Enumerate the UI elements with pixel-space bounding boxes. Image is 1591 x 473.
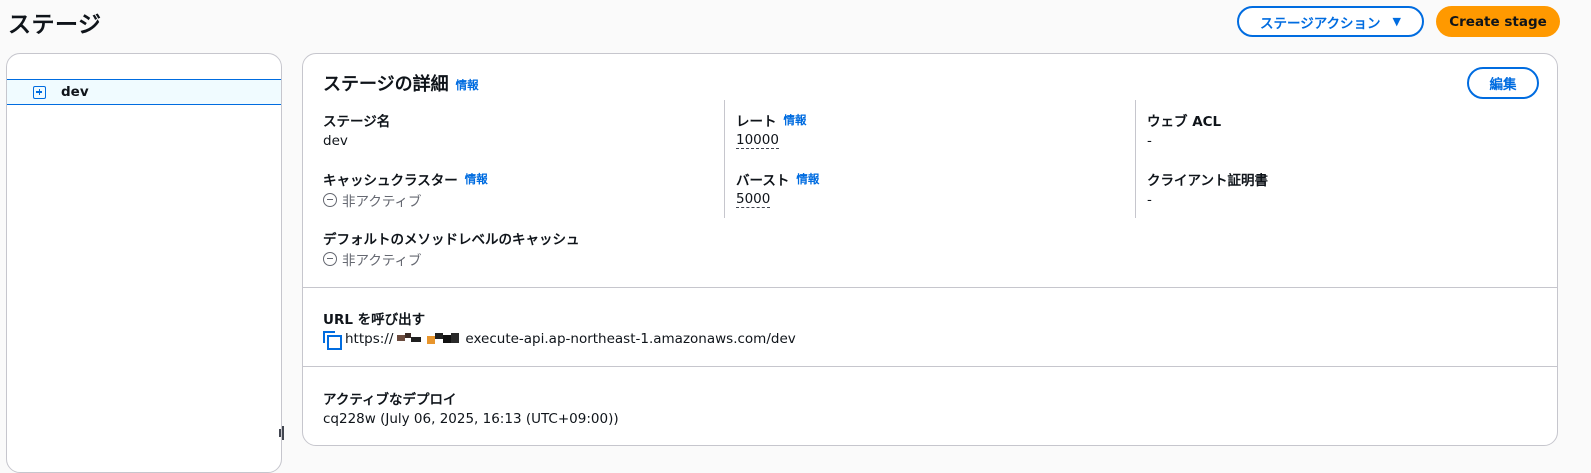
tree-item-dev[interactable]: dev (7, 79, 281, 105)
burst-value[interactable]: 5000 (736, 191, 771, 208)
stage-action-label: ステージアクション (1259, 15, 1381, 32)
details-column-1: ステージ名 dev キャッシュクラスター 情報 非アクティブ デフォルトのメソッド… (323, 100, 723, 277)
info-link[interactable]: 情報 (796, 171, 819, 187)
edit-button[interactable]: 編集 (1467, 67, 1539, 99)
rate-value[interactable]: 10000 (736, 132, 779, 149)
cache-cluster-value: 非アクティブ (342, 193, 422, 210)
info-link[interactable]: 情報 (465, 171, 488, 187)
stage-name-value: dev (323, 132, 348, 149)
client-cert-value: - (1147, 191, 1152, 208)
rate-label: レート (736, 114, 777, 130)
rate-label-row: レート 情報 (736, 110, 807, 130)
create-stage-label: Create stage (1449, 13, 1547, 30)
redacted-api-id (397, 332, 460, 345)
details-column-3: ウェブ ACL - クライアント証明書 - (1135, 100, 1545, 218)
stage-details-panel: ステージの詳細 情報 編集 ステージ名 dev キャッシュクラスター 情報 非アクテ… (302, 53, 1558, 446)
expand-icon[interactable] (33, 85, 46, 99)
web-acl-field: ウェブ ACL - (1147, 110, 1221, 150)
cache-cluster-field: キャッシュクラスター 情報 非アクティブ (323, 169, 488, 210)
stage-details-title: ステージの詳細 (323, 74, 449, 95)
section-title: ステージの詳細 情報 (323, 70, 479, 96)
active-deployment-section: アクティブなデプロイ cq228w (July 06, 2025, 16:13 … (323, 388, 619, 428)
page-title: ステージ (8, 12, 102, 38)
stage-tree-panel: dev (6, 53, 284, 473)
divider (303, 366, 1557, 367)
client-cert-field: クライアント証明書 - (1147, 169, 1268, 209)
cache-cluster-status: 非アクティブ (323, 190, 488, 210)
rate-field: レート 情報 10000 (736, 110, 807, 150)
stage-action-button[interactable]: ステージアクション ▼ (1237, 6, 1424, 37)
caret-down-icon: ▼ (1392, 15, 1402, 28)
create-stage-button[interactable]: Create stage (1436, 6, 1560, 37)
info-link[interactable]: 情報 (456, 78, 479, 92)
burst-field: バースト 情報 5000 (736, 169, 819, 209)
rate-value-row: 10000 (736, 131, 807, 150)
default-method-cache-label: デフォルトのメソッドレベルのキャッシュ (323, 232, 580, 248)
burst-label-row: バースト 情報 (736, 169, 819, 189)
details-column-2: レート 情報 10000 バースト 情報 5000 (724, 100, 1134, 218)
cache-cluster-label: キャッシュクラスター (323, 173, 458, 189)
active-deployment-label: アクティブなデプロイ (323, 392, 457, 408)
active-deployment-value: cq228w (July 06, 2025, 16:13 (UTC+09:00)… (323, 410, 619, 427)
invoke-url-label: URL を呼び出す (323, 312, 426, 328)
resize-handle-icon[interactable] (277, 425, 286, 440)
burst-label: バースト (736, 173, 790, 189)
invoke-url-row: https:// execute-api.ap-northeast-1.amaz… (323, 329, 796, 350)
invoke-url-prefix[interactable]: https:// (345, 331, 393, 347)
web-acl-label: ウェブ ACL (1147, 114, 1222, 130)
invoke-url-suffix[interactable]: execute-api.ap-northeast-1.amazonaws.com… (465, 331, 795, 347)
invoke-url-section: URL を呼び出す https:// execute-api.ap-northe… (323, 308, 796, 350)
cache-cluster-label-row: キャッシュクラスター 情報 (323, 169, 488, 189)
copy-icon[interactable] (323, 330, 342, 350)
burst-value-row: 5000 (736, 190, 819, 209)
web-acl-value: - (1147, 132, 1152, 149)
default-method-cache-value: 非アクティブ (342, 252, 422, 269)
default-method-cache-status: 非アクティブ (323, 249, 580, 269)
divider (303, 287, 1557, 288)
stage-name-field: ステージ名 dev (323, 110, 390, 150)
tree-item-label: dev (61, 84, 89, 100)
status-inactive-icon (323, 251, 337, 266)
info-link[interactable]: 情報 (784, 112, 807, 128)
default-method-cache-field: デフォルトのメソッドレベルのキャッシュ 非アクティブ (323, 228, 580, 269)
stage-name-label: ステージ名 (323, 114, 391, 130)
client-cert-label: クライアント証明書 (1147, 173, 1268, 189)
status-inactive-icon (323, 192, 337, 207)
